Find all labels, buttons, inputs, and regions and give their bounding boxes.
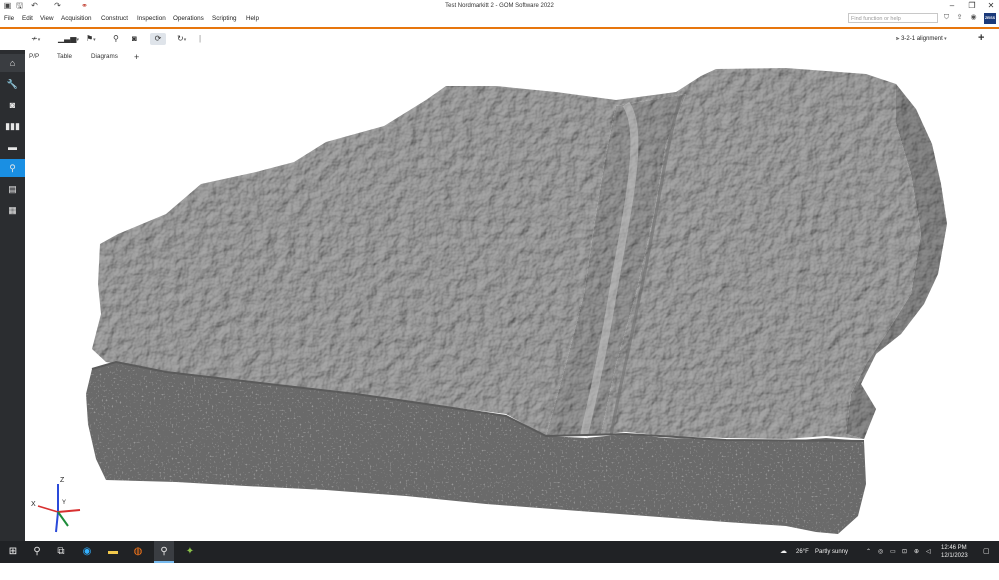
toolbar-separator: | <box>199 34 202 43</box>
left-sidebar: ⌂ 🔧 ◙ ▮▮▮ ▬ ⚲ ▤ ▦ <box>0 50 25 541</box>
wrench-icon[interactable]: 🔧 <box>0 75 25 93</box>
bottom-margin <box>0 563 999 580</box>
user-icon[interactable]: ◉ <box>969 13 978 23</box>
toolbar: ≁▾ ▁▃▅▾ ⚑▾ ⚲ ◙ ⟳ ↻▾ | <box>26 29 999 49</box>
title-bar: ▣ 🖫 ↶ ↷ ⚭ Test Nordmarkitt 2 - GOM Softw… <box>0 0 999 12</box>
menu-inspection[interactable]: Inspection <box>137 12 166 25</box>
notification-icon[interactable]: ▢ <box>983 548 990 556</box>
menu-view[interactable]: View <box>40 12 54 25</box>
task-view-icon[interactable]: ⧉ <box>52 541 70 563</box>
weather-desc: Partly sunny <box>815 549 849 555</box>
clock-time[interactable]: 12:46 PM <box>941 544 967 552</box>
battery-icon[interactable]: ▭ <box>890 548 896 556</box>
minimize-button[interactable]: – <box>946 0 958 12</box>
menu-construct[interactable]: Construct <box>101 12 128 25</box>
document-icon[interactable]: ▤ <box>0 180 25 198</box>
share-icon[interactable]: ⇪ <box>955 13 964 23</box>
3d-viewport[interactable]: Z X Y <box>26 64 999 541</box>
chart-tool-icon[interactable]: ▁▃▅▾ <box>58 33 79 45</box>
volume-icon[interactable]: ◁ <box>926 548 931 556</box>
tab-pp[interactable]: P/P <box>29 50 39 64</box>
menu-operations[interactable]: Operations <box>173 12 204 25</box>
chevron-up-icon[interactable]: ⌃ <box>866 548 871 556</box>
menu-scripting[interactable]: Scripting <box>212 12 237 25</box>
firefox-icon[interactable]: ◍ <box>128 541 148 563</box>
search-taskbar-icon[interactable]: ⚲ <box>28 541 46 563</box>
chevron-down-icon: ▾ <box>942 36 947 42</box>
windows-start-icon[interactable]: ⊞ <box>4 541 22 563</box>
game-app-icon[interactable]: ✦ <box>180 541 200 563</box>
camera-tool-icon[interactable]: ◙ <box>132 33 137 45</box>
magnifier-tool-icon[interactable]: ⚲ <box>113 33 119 45</box>
menu-file[interactable]: File <box>4 12 14 25</box>
shield-icon[interactable]: ⛉ <box>942 13 951 23</box>
barcode-icon[interactable]: ▮▮▮ <box>0 117 25 135</box>
axis-x-label: X <box>31 501 36 508</box>
refresh-active-icon[interactable]: ⟳ <box>150 33 166 45</box>
video-icon[interactable]: ▬ <box>0 138 25 156</box>
network-icon[interactable]: ⊡ <box>902 548 907 556</box>
edge-icon[interactable]: ◉ <box>78 541 96 563</box>
search-input[interactable]: Find function or help <box>848 13 938 23</box>
weather-temp: 26°F <box>796 549 809 555</box>
clock-date[interactable]: 12/1/2023 <box>941 552 968 560</box>
meet-icon[interactable]: ◎ <box>878 548 883 556</box>
globe-icon[interactable]: ⊕ <box>914 548 919 556</box>
curve-tool-icon[interactable]: ≁▾ <box>31 33 40 45</box>
zeiss-logo: ZEISS <box>984 13 996 24</box>
reload-icon[interactable]: ↻▾ <box>177 33 186 45</box>
alignment-label: 3-2-1 alignment <box>901 36 943 42</box>
weather-icon[interactable]: ☁ <box>780 548 787 556</box>
axis-y-label: Y <box>62 500 66 506</box>
gom-app-taskbar-icon[interactable]: ⚲ <box>154 541 174 563</box>
file-explorer-icon[interactable]: ▬ <box>104 541 122 563</box>
tab-table[interactable]: Table <box>57 50 72 64</box>
qr-icon[interactable]: ▦ <box>0 201 25 219</box>
maximize-button[interactable]: ❐ <box>966 0 978 12</box>
axis-z-label: Z <box>60 477 65 484</box>
window-title: Test Nordmarkitt 2 - GOM Software 2022 <box>445 3 554 9</box>
menu-acquisition[interactable]: Acquisition <box>61 12 91 25</box>
alignment-selector[interactable]: ⫸ 3-2-1 alignment ▾ <box>896 33 947 45</box>
add-tab-button[interactable]: + <box>134 50 139 64</box>
menu-edit[interactable]: Edit <box>22 12 33 25</box>
flag-tool-icon[interactable]: ⚑▾ <box>86 33 96 45</box>
add-toolbar-button[interactable]: + <box>978 32 984 44</box>
taskbar: ⊞ ⚲ ⧉ ◉ ▬ ◍ ⚲ ✦ ☁ 26°F Partly sunny ⌃ ◎ … <box>0 541 999 563</box>
home-icon[interactable]: ⌂ <box>0 54 25 72</box>
search-icon[interactable]: ⚲ <box>0 159 25 177</box>
menu-help[interactable]: Help <box>246 12 259 25</box>
tab-diagrams[interactable]: Diagrams <box>91 50 118 64</box>
axis-triad: Z X Y <box>31 477 81 533</box>
close-button[interactable]: ✕ <box>985 0 997 12</box>
camera-icon[interactable]: ◙ <box>0 96 25 114</box>
